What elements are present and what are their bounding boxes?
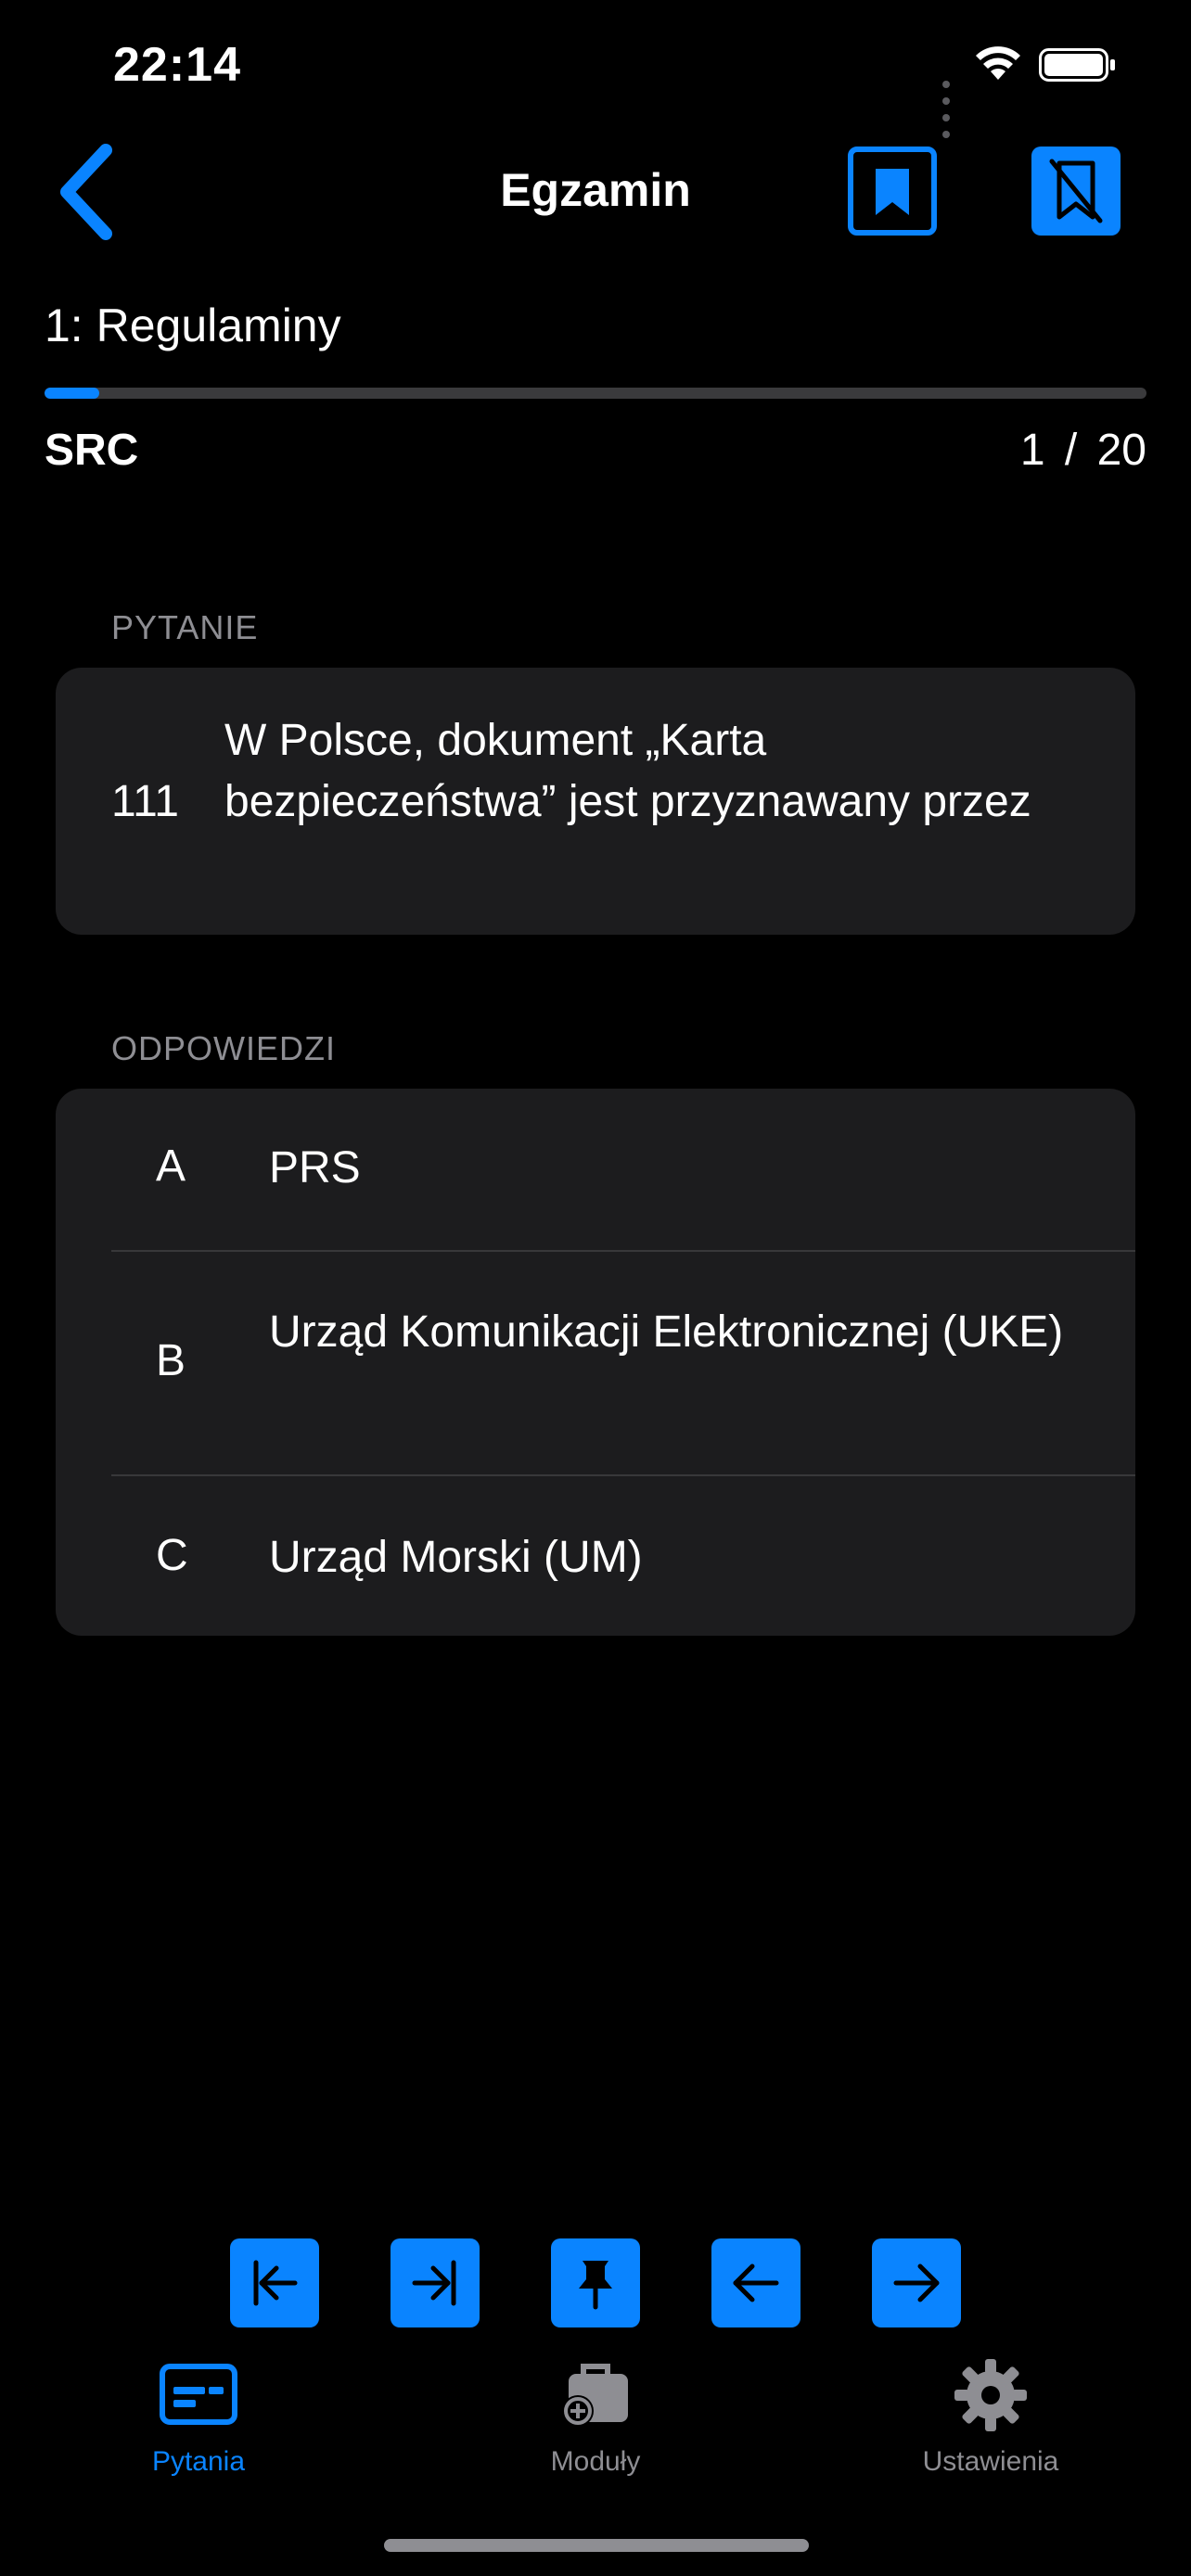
wifi-icon: [976, 46, 1020, 80]
answers-card: A PRS B Urząd Komunikacji Elektronicznej…: [56, 1089, 1135, 1636]
screen: 22:14 Egzamin 1: Regulaminy SRC 1 / 20 P…: [0, 0, 1191, 2576]
question-number: 111: [111, 776, 179, 826]
last-question-button[interactable]: [391, 2238, 480, 2327]
section-title: 1: Regulaminy: [45, 300, 341, 351]
next-button[interactable]: [872, 2238, 961, 2327]
answer-letter: B: [156, 1336, 186, 1385]
signal-dots-icon: [938, 76, 950, 143]
answer-option-c[interactable]: C Urząd Morski (UM): [56, 1476, 1135, 1636]
question-header: PYTANIE: [111, 608, 259, 646]
answer-text: Urząd Morski (UM): [269, 1533, 643, 1582]
question-card: 111 W Polsce, dokument „Karta bezpieczeń…: [56, 668, 1135, 935]
progress-fill: [45, 388, 100, 399]
card-icon: [160, 2364, 237, 2425]
next-arrow-icon: [893, 2264, 940, 2302]
tab-label: Moduły: [550, 2446, 641, 2477]
gear-icon: [954, 2359, 1027, 2431]
battery-icon: [1039, 48, 1115, 82]
first-question-icon: [253, 2260, 298, 2306]
tab-ustawienia[interactable]: Ustawienia: [852, 2355, 1130, 2478]
answer-letter: C: [156, 1531, 188, 1580]
answer-text: Urząd Komunikacji Elektronicznej (UKE): [269, 1307, 1064, 1357]
bookmark-slash-icon: [1049, 159, 1103, 223]
question-text: W Polsce, dokument „Karta bezpieczeństwa…: [224, 716, 1031, 826]
tab-label: Ustawienia: [922, 2446, 1059, 2477]
tab-label: Pytania: [151, 2446, 246, 2477]
unbookmark-button[interactable]: [1031, 147, 1121, 236]
bookmark-icon: [876, 169, 909, 215]
category-label: SRC: [45, 426, 139, 475]
answers-header: ODPOWIEDZI: [111, 1029, 336, 1067]
bookmark-button[interactable]: [848, 147, 937, 236]
counter-current: 1: [1019, 426, 1045, 475]
first-question-button[interactable]: [230, 2238, 319, 2327]
counter-total: 20: [1096, 426, 1146, 475]
briefcase-add-icon: [562, 2364, 628, 2427]
status-time: 22:14: [113, 38, 241, 92]
answer-option-a[interactable]: A PRS: [56, 1089, 1135, 1250]
answer-text: PRS: [269, 1143, 361, 1192]
progress-bar: [45, 388, 1146, 399]
tab-pytania[interactable]: Pytania: [59, 2355, 338, 2478]
home-indicator: [384, 2539, 809, 2552]
previous-arrow-icon: [733, 2264, 779, 2302]
nav-title: Egzamin: [500, 164, 691, 216]
last-question-icon: [412, 2260, 456, 2306]
tab-moduly[interactable]: Moduły: [456, 2355, 735, 2478]
pin-button[interactable]: [551, 2238, 640, 2327]
pin-icon: [579, 2261, 612, 2310]
counter-separator: /: [1064, 426, 1078, 475]
answer-letter: A: [156, 1141, 186, 1191]
answer-option-b[interactable]: B Urząd Komunikacji Elektronicznej (UKE): [56, 1252, 1135, 1474]
previous-button[interactable]: [711, 2238, 800, 2327]
question-counter: 1 / 20: [1020, 425, 1146, 476]
